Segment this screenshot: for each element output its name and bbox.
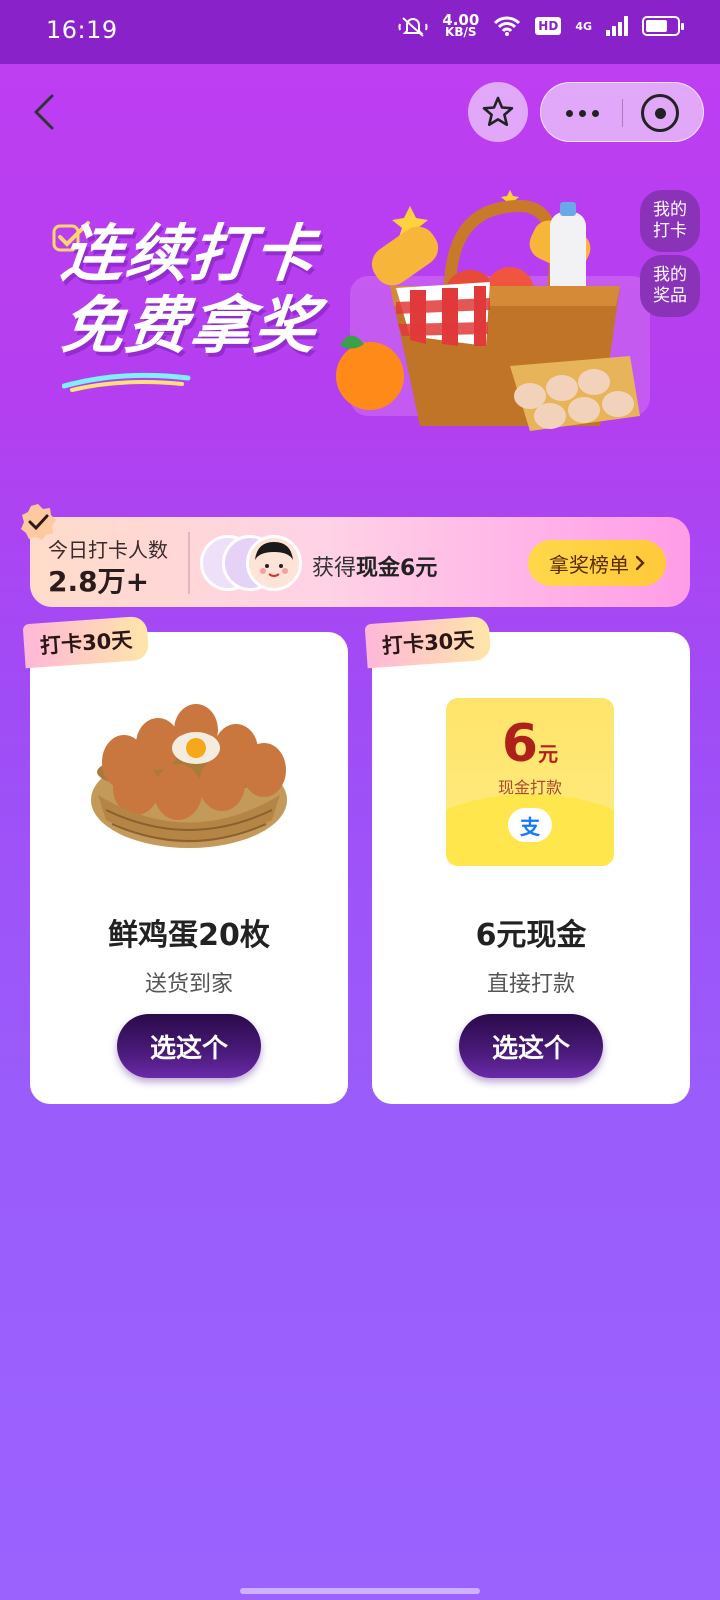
status-icons: 4.00 KB/S HD 4G — [398, 11, 684, 39]
battery-icon — [642, 16, 684, 36]
prize-title: 鲜鸡蛋20枚 — [108, 918, 270, 953]
home-indicator[interactable] — [240, 1588, 480, 1594]
alipay-icon: 支 — [508, 808, 552, 842]
award-text: 获得现金6元 — [312, 556, 438, 581]
star-icon — [482, 96, 514, 126]
my-checkin-button[interactable]: 我的打卡 — [640, 190, 700, 252]
miniapp-capsule — [540, 82, 704, 142]
signal-icon — [606, 16, 628, 36]
more-dots-icon — [565, 109, 573, 117]
chevron-right-icon — [635, 555, 645, 571]
checkin-count-value: 2.8万+ — [48, 565, 150, 598]
checkin-count-label: 今日打卡人数 — [48, 538, 168, 562]
banner-line-1: 连续打卡 — [58, 217, 322, 290]
chevron-left-icon — [34, 94, 54, 130]
status-time: 16:19 — [46, 16, 118, 44]
hd-badge: HD — [535, 17, 562, 35]
status-bar: 16:19 4.00 KB/S HD 4G — [0, 0, 720, 64]
prize-subtitle: 直接打款 — [486, 972, 575, 997]
back-button[interactable] — [26, 88, 66, 136]
prize-title: 6元现金 — [475, 918, 587, 953]
network-type: 4G — [575, 19, 592, 33]
select-eggs-button[interactable]: 选这个 — [117, 1014, 261, 1078]
checkin-days-tag: 打卡30天 — [22, 615, 150, 669]
wifi-icon — [494, 16, 521, 36]
banner-title: 连续打卡 免费拿奖 — [58, 217, 362, 362]
my-prizes-button[interactable]: 我的奖品 — [640, 255, 700, 317]
prize-subtitle: 送货到家 — [144, 972, 233, 997]
banner-line-2: 免费拿奖 — [58, 289, 322, 362]
avatar — [246, 535, 302, 591]
prize-leaderboard-label: 拿奖榜单 — [549, 552, 629, 577]
close-miniapp-button[interactable] — [641, 94, 679, 132]
stats-divider — [188, 532, 190, 594]
swoosh-decoration — [62, 372, 191, 392]
favorite-button[interactable] — [468, 82, 528, 142]
checkin-days-tag: 打卡30天 — [364, 615, 492, 669]
winner-avatars — [200, 535, 310, 593]
target-circle-icon — [654, 107, 666, 119]
prize-basket-illustration — [336, 190, 650, 431]
cash-voucher-label: 现金打款 — [497, 778, 562, 797]
cash-voucher-image: 6元 现金打款 支 — [446, 698, 614, 866]
mute-bell-icon — [398, 17, 428, 37]
capsule-divider — [622, 99, 623, 127]
network-speed: 4.00 KB/S — [442, 11, 480, 39]
prize-leaderboard-button[interactable]: 拿奖榜单 — [528, 540, 666, 586]
cash-amount: 6元 — [501, 714, 559, 774]
select-cash-button[interactable]: 选这个 — [459, 1014, 603, 1078]
egg-basket-image — [91, 704, 287, 848]
cartoon-girl-avatar — [249, 538, 299, 588]
more-button[interactable] — [541, 83, 623, 143]
